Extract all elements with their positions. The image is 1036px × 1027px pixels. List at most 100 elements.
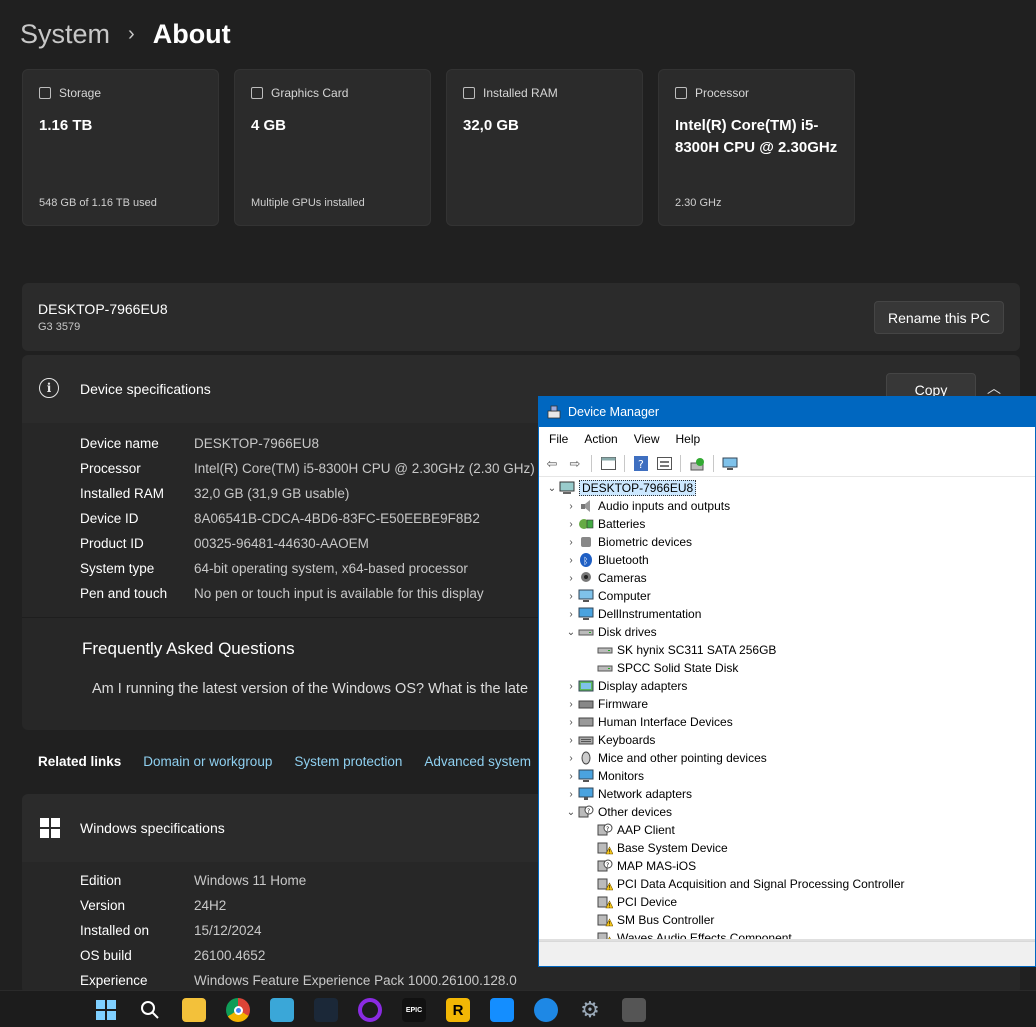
tree-device[interactable]: SK hynix SC311 SATA 256GB xyxy=(539,641,1035,659)
tree-category[interactable]: › Human Interface Devices xyxy=(539,713,1035,731)
tree-category[interactable]: › DellInstrumentation xyxy=(539,605,1035,623)
menu-view[interactable]: View xyxy=(634,432,660,446)
tree-category[interactable]: ⌄? Other devices xyxy=(539,803,1035,821)
rename-pc-button[interactable]: Rename this PC xyxy=(874,301,1004,334)
device-tree: ⌄ DESKTOP-7966EU8 › Audio inputs and outp… xyxy=(539,479,1035,941)
properties-icon[interactable] xyxy=(599,456,617,472)
tree-device[interactable]: ! SM Bus Controller xyxy=(539,911,1035,929)
spec-value[interactable]: 26100.4652 xyxy=(194,948,265,963)
chevron-right-icon[interactable]: › xyxy=(564,537,578,548)
tree-device[interactable]: ? AAP Client xyxy=(539,821,1035,839)
menu-action[interactable]: Action xyxy=(584,432,617,446)
chevron-right-icon[interactable]: › xyxy=(564,735,578,746)
spec-label: Device name xyxy=(80,436,159,451)
tree-device[interactable]: SPCC Solid State Disk xyxy=(539,659,1035,677)
chevron-down-icon[interactable]: ⌄ xyxy=(564,627,578,638)
storage-card[interactable]: Storage 1.16 TB 548 GB of 1.16 TB used xyxy=(22,69,219,226)
chevron-down-icon[interactable]: ⌄ xyxy=(545,483,559,494)
chevron-right-icon[interactable]: › xyxy=(564,681,578,692)
tree-device[interactable]: ! PCI Data Acquisition and Signal Process… xyxy=(539,875,1035,893)
tree-category[interactable]: › Biometric devices xyxy=(539,533,1035,551)
tree-category[interactable]: › Audio inputs and outputs xyxy=(539,497,1035,515)
epic-games-icon[interactable]: EPIC xyxy=(402,998,426,1022)
installed-ram-card[interactable]: Installed RAM 32,0 GB xyxy=(446,69,643,226)
domain-workgroup-link[interactable]: Domain or workgroup xyxy=(143,754,272,769)
tree-category[interactable]: ⌄ Disk drives xyxy=(539,623,1035,641)
menu-file[interactable]: File xyxy=(549,432,568,446)
battlenet-icon[interactable] xyxy=(490,998,514,1022)
scan-hardware-icon[interactable] xyxy=(721,456,739,472)
spec-value[interactable]: 00325-96481-44630-AAOEM xyxy=(194,536,369,551)
tree-label: SM Bus Controller xyxy=(617,913,715,927)
edge-icon[interactable] xyxy=(534,998,558,1022)
spec-value[interactable]: DESKTOP-7966EU8 xyxy=(194,436,319,451)
chevron-right-icon[interactable]: › xyxy=(564,501,578,512)
spec-value[interactable]: Windows Feature Experience Pack 1000.261… xyxy=(194,973,517,988)
tree-category[interactable]: › Network adapters xyxy=(539,785,1035,803)
processor-card[interactable]: Processor Intel(R) Core(TM) i5-8300H CPU… xyxy=(658,69,855,226)
search-icon[interactable] xyxy=(138,998,162,1022)
file-explorer-icon[interactable] xyxy=(182,998,206,1022)
show-hidden-icon[interactable] xyxy=(655,456,673,472)
steam-icon[interactable] xyxy=(314,998,338,1022)
settings-icon[interactable]: ⚙ xyxy=(578,997,602,1022)
update-driver-icon[interactable] xyxy=(688,456,706,472)
tree-category[interactable]: › Firmware xyxy=(539,695,1035,713)
chevron-down-icon[interactable]: ⌄ xyxy=(564,807,578,818)
spec-value[interactable]: 24H2 xyxy=(194,898,226,913)
tree-category[interactable]: › Computer xyxy=(539,587,1035,605)
spec-row: Installed RAM 32,0 GB (31,9 GB usable) xyxy=(80,481,535,506)
tree-category[interactable]: › ᛒ Bluetooth xyxy=(539,551,1035,569)
menu-help[interactable]: Help xyxy=(676,432,701,446)
chrome-icon[interactable] xyxy=(226,998,250,1022)
start-icon[interactable] xyxy=(94,998,118,1022)
chevron-right-icon[interactable]: › xyxy=(564,753,578,764)
chevron-right-icon[interactable]: › xyxy=(564,789,578,800)
tree-category[interactable]: › Batteries xyxy=(539,515,1035,533)
card-sub: 2.30 GHz xyxy=(675,197,722,209)
tree-category[interactable]: › Monitors xyxy=(539,767,1035,785)
advanced-system-link[interactable]: Advanced system xyxy=(424,754,531,769)
chevron-right-icon[interactable]: › xyxy=(564,555,578,566)
spec-value[interactable]: Intel(R) Core(TM) i5-8300H CPU @ 2.30GHz… xyxy=(194,461,535,476)
tree-category[interactable]: › Mice and other pointing devices xyxy=(539,749,1035,767)
tree-label: Display adapters xyxy=(598,679,688,693)
help-icon[interactable]: ? xyxy=(632,456,650,472)
spec-value[interactable]: 64-bit operating system, x64-based proce… xyxy=(194,561,468,576)
spec-value[interactable]: 32,0 GB (31,9 GB usable) xyxy=(194,486,349,501)
breadcrumb-system-link[interactable]: System xyxy=(20,19,110,50)
chevron-up-icon[interactable]: ︿ xyxy=(987,378,1001,398)
graphics-card-card[interactable]: Graphics Card 4 GB Multiple GPUs install… xyxy=(234,69,431,226)
app-icon[interactable] xyxy=(270,998,294,1022)
tree-device[interactable]: ! Base System Device xyxy=(539,839,1035,857)
chevron-right-icon[interactable]: › xyxy=(564,609,578,620)
faq-question[interactable]: Am I running the latest version of the W… xyxy=(92,681,528,697)
pc-name: DESKTOP-7966EU8 xyxy=(38,301,168,317)
spec-value[interactable]: 8A06541B-CDCA-4BD6-83FC-E50EEBE9F8B2 xyxy=(194,511,480,526)
tree-device[interactable]: ! PCI Device xyxy=(539,893,1035,911)
chevron-right-icon[interactable]: › xyxy=(564,717,578,728)
svg-text:?: ? xyxy=(606,826,609,833)
back-icon[interactable]: ⇦ xyxy=(543,456,561,472)
chevron-right-icon[interactable]: › xyxy=(564,573,578,584)
chevron-right-icon[interactable]: › xyxy=(564,519,578,530)
spec-value[interactable]: No pen or touch input is available for t… xyxy=(194,586,484,601)
tree-device[interactable]: ? MAP MAS-iOS xyxy=(539,857,1035,875)
tree-category[interactable]: › Cameras xyxy=(539,569,1035,587)
circle-app-icon[interactable] xyxy=(358,998,382,1022)
device-manager-window[interactable]: Device Manager File Action View Help ⇦ ⇨… xyxy=(538,396,1036,967)
chevron-right-icon[interactable]: › xyxy=(564,591,578,602)
tree-root[interactable]: ⌄ DESKTOP-7966EU8 xyxy=(539,479,1035,497)
spec-value[interactable]: Windows 11 Home xyxy=(194,873,306,888)
device-manager-menubar: File Action View Help xyxy=(539,427,1035,451)
chevron-right-icon[interactable]: › xyxy=(564,771,578,782)
device-manager-icon[interactable] xyxy=(622,998,646,1022)
system-protection-link[interactable]: System protection xyxy=(294,754,402,769)
spec-value[interactable]: 15/12/2024 xyxy=(194,923,262,938)
tree-category[interactable]: › Keyboards xyxy=(539,731,1035,749)
forward-icon[interactable]: ⇨ xyxy=(566,456,584,472)
tree-category[interactable]: › Display adapters xyxy=(539,677,1035,695)
device-manager-titlebar[interactable]: Device Manager xyxy=(539,397,1035,427)
rockstar-icon[interactable]: R xyxy=(446,998,470,1022)
chevron-right-icon[interactable]: › xyxy=(564,699,578,710)
